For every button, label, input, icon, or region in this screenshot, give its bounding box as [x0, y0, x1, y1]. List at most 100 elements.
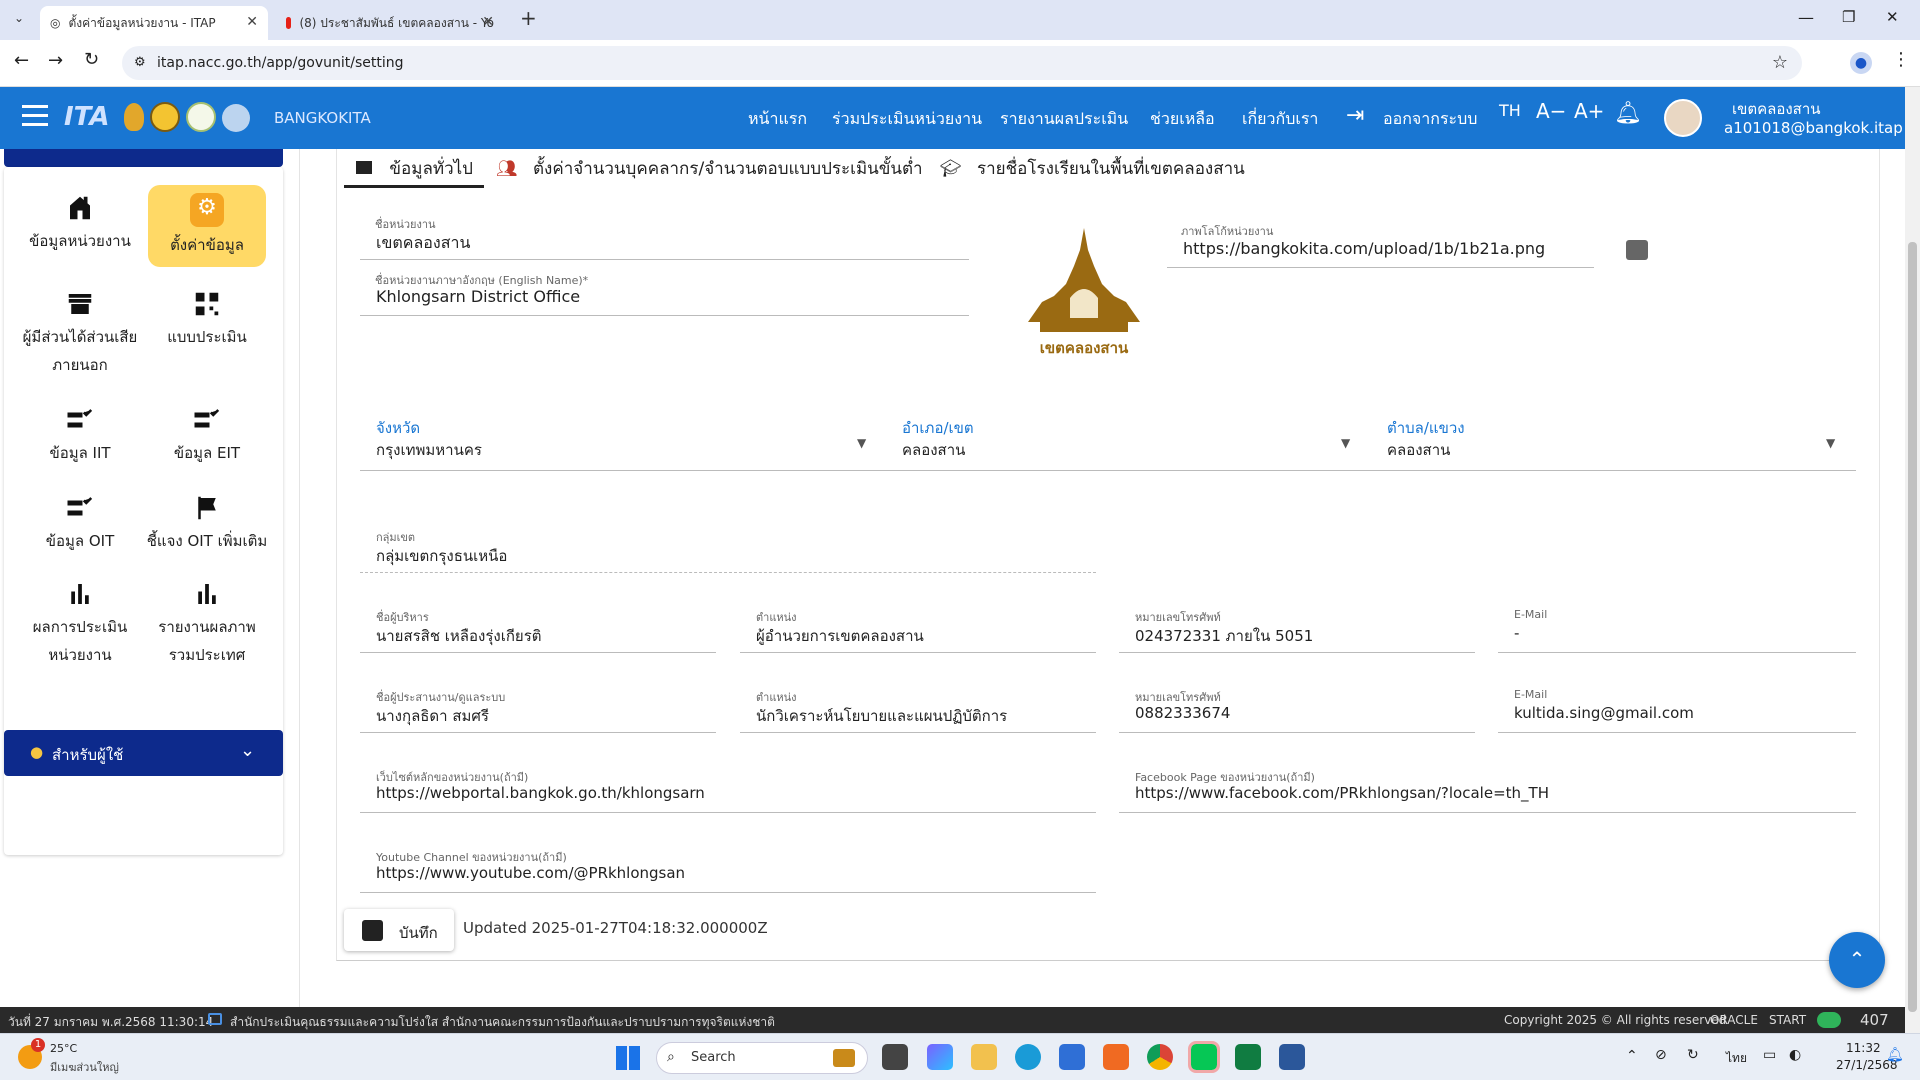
sidebar-item-unit-info[interactable]: ข้อมูลหน่วยงาน — [20, 193, 140, 255]
user-section-dropdown[interactable]: ● สำหรับผู้ใช้ ⌄ — [4, 730, 283, 776]
close-icon[interactable]: ✕ — [482, 14, 494, 30]
user-name: เขตคลองสาน — [1732, 100, 1821, 118]
chevron-up-icon[interactable]: ⌃ — [1626, 1048, 1638, 1064]
logo-url-label: ภาพโลโก้หน่วยงาน — [1181, 225, 1274, 238]
status-count: 407 — [1860, 1011, 1889, 1029]
sidebar-item-oit-extra[interactable]: ชี้แจง OIT เพิ่มเติม — [140, 493, 274, 555]
bookmark-star-icon[interactable]: ☆ — [1772, 46, 1788, 80]
sidebar-item-settings[interactable]: ⚙ ตั้งค่าข้อมูล — [148, 185, 266, 267]
browser-tab-youtube[interactable]: (8) ประชาสัมพันธ์ เขตคลองสาน - Yo ✕ — [276, 6, 504, 40]
province-select[interactable]: กรุงเทพมหานคร — [376, 438, 482, 462]
logo-url-field[interactable]: https://bangkokita.com/upload/1b/1b21a.p… — [1183, 239, 1545, 258]
chevron-down-icon[interactable]: ▼ — [857, 436, 866, 450]
website-field[interactable]: https://webportal.bangkok.go.th/khlongsa… — [376, 784, 705, 802]
nav-help[interactable]: ช่วยเหลือ — [1150, 107, 1215, 132]
close-icon[interactable]: ✕ — [246, 14, 258, 30]
logout-icon[interactable]: ⇥ — [1346, 103, 1364, 128]
forward-icon[interactable]: → — [48, 50, 63, 71]
input-language[interactable]: ไทย — [1726, 1049, 1747, 1068]
task-view-icon[interactable] — [882, 1044, 908, 1070]
district-select[interactable]: คลองสาน — [902, 438, 965, 462]
sync-icon[interactable]: ↻ — [1687, 1047, 1699, 1063]
english-name-field[interactable]: Khlongsarn District Office — [376, 287, 580, 306]
avatar[interactable] — [1664, 99, 1702, 137]
image-icon[interactable] — [1626, 240, 1648, 260]
url-input[interactable]: ⚙ itap.nacc.go.th/app/govunit/setting ☆ — [122, 46, 1802, 80]
sidebar-item-iit[interactable]: ข้อมูล IIT — [20, 405, 140, 467]
coord-phone-field[interactable]: 0882333674 — [1135, 704, 1230, 722]
exec-email-field[interactable]: - — [1514, 624, 1519, 642]
new-tab-button[interactable]: + — [520, 6, 537, 30]
subdistrict-select[interactable]: คลองสาน — [1387, 438, 1450, 462]
coord-name-field[interactable]: นางกุลธิดา สมศรี — [376, 704, 489, 728]
display-icon[interactable]: ▭ — [1763, 1047, 1776, 1063]
tab-personnel-settings[interactable]: 👥︎ ตั้งค่าจำนวนบุคคลากร/จำนวนตอบแบบประเม… — [496, 155, 923, 182]
coord-email-field[interactable]: kultida.sing@gmail.com — [1514, 704, 1694, 722]
site-info-icon[interactable]: ⚙ — [134, 46, 146, 80]
sidebar-item-unit-results[interactable]: ผลการประเมินหน่วยงาน — [20, 579, 140, 669]
exec-name-field[interactable]: นายสรสิช เหลืองรุ่งเกียรติ — [376, 624, 542, 648]
browser-tab-itap[interactable]: ◎ ตั้งค่าข้อมูลหน่วยงาน - ITAP ✕ — [40, 6, 268, 40]
scrollbar-thumb[interactable] — [1908, 242, 1917, 1012]
exec-email-underline — [1498, 652, 1856, 653]
line-icon[interactable] — [1188, 1041, 1220, 1073]
sidebar-item-external-stakeholders[interactable]: ผู้มีส่วนได้ส่วนเสียภายนอก — [16, 289, 144, 379]
coord-pos-field[interactable]: นักวิเคราะห์นโยบายและแผนปฏิบัติการ — [756, 704, 1007, 728]
font-decrease-button[interactable]: A− — [1536, 99, 1566, 123]
page-scrollbar[interactable] — [1905, 87, 1920, 1033]
checklist-icon — [67, 409, 93, 428]
file-explorer-icon[interactable] — [971, 1044, 997, 1070]
exec-phone-field[interactable]: 024372331 ภายใน 5051 — [1135, 624, 1313, 648]
subdistrict-label: ตำบล/แขวง — [1387, 419, 1465, 437]
app-orange-icon[interactable] — [1103, 1044, 1129, 1070]
chevron-down-icon[interactable]: ▼ — [1341, 436, 1350, 450]
tab-school-list[interactable]: 🎓︎ รายชื่อโรงเรียนในพื้นที่เขตคลองสาน — [940, 155, 1245, 182]
youtube-field[interactable]: https://www.youtube.com/@PRkhlongsan — [376, 864, 685, 882]
menu-kebab-icon[interactable]: ⋮ — [1892, 49, 1910, 70]
clock-time[interactable]: 11:32 — [1846, 1041, 1881, 1055]
store-icon[interactable] — [1059, 1044, 1085, 1070]
sidebar-item-oit[interactable]: ข้อมูล OIT — [20, 493, 140, 555]
sidebar-item-label: รายงานผลภาพรวมประเทศ — [158, 618, 256, 664]
font-increase-button[interactable]: A+ — [1574, 99, 1604, 123]
tab-list-icon[interactable]: ⌄ — [10, 11, 28, 29]
minimize-button[interactable]: — — [1798, 8, 1814, 27]
notification-bell-icon[interactable]: 🔔︎ — [1886, 1047, 1904, 1063]
nav-about[interactable]: เกี่ยวกับเรา — [1242, 107, 1318, 132]
excel-icon[interactable] — [1235, 1044, 1261, 1070]
bell-icon[interactable]: 🔔︎ — [1614, 101, 1642, 126]
sidebar-item-eit[interactable]: ข้อมูล EIT — [147, 405, 267, 467]
unit-name-field[interactable]: เขตคลองสาน — [376, 231, 470, 256]
language-toggle[interactable]: TH — [1499, 101, 1521, 120]
reload-icon[interactable]: ↻ — [84, 49, 99, 70]
scroll-to-top-button[interactable]: ⌃ — [1829, 932, 1885, 988]
volume-icon[interactable]: ◐ — [1789, 1047, 1801, 1063]
sidebar-item-national-report[interactable]: รายงานผลภาพรวมประเทศ — [147, 579, 267, 669]
nav-home[interactable]: หน้าแรก — [748, 107, 807, 132]
restore-button[interactable]: ❐ — [1842, 8, 1855, 26]
nav-logout[interactable]: ออกจากระบบ — [1383, 107, 1477, 132]
chrome-icon[interactable] — [1147, 1044, 1173, 1070]
taskbar-search[interactable]: ⌕ Search — [656, 1042, 868, 1074]
facebook-field[interactable]: https://www.facebook.com/PRkhlongsan/?lo… — [1135, 784, 1549, 802]
window-close-button[interactable]: ✕ — [1886, 8, 1899, 26]
profile-icon[interactable]: ● — [1850, 52, 1872, 74]
nav-join-assessment[interactable]: ร่วมประเมินหน่วยงาน — [832, 107, 982, 132]
chevron-down-icon[interactable]: ▼ — [1826, 436, 1835, 450]
exec-pos-field[interactable]: ผู้อำนวยการเขตคลองสาน — [756, 624, 924, 648]
sidebar-item-label: ข้อมูล OIT — [45, 532, 115, 550]
coord-email-label: E-Mail — [1514, 688, 1548, 701]
tab-general[interactable]: ข้อมูลทั่วไป — [356, 155, 473, 182]
tab-label: รายชื่อโรงเรียนในพื้นที่เขตคลองสาน — [977, 159, 1245, 179]
sidebar-item-assessment-form[interactable]: แบบประเมิน — [147, 289, 267, 351]
edge-icon[interactable] — [1015, 1044, 1041, 1070]
agency-emblems — [124, 101, 250, 133]
copilot-icon[interactable] — [927, 1044, 953, 1070]
hamburger-menu-icon[interactable] — [22, 105, 48, 127]
save-button[interactable]: บันทึก — [344, 909, 454, 951]
windows-start-icon[interactable] — [616, 1046, 640, 1070]
nav-report[interactable]: รายงานผลประเมิน — [1000, 107, 1128, 132]
network-icon[interactable]: ⊘ — [1655, 1047, 1667, 1063]
word-icon[interactable] — [1279, 1044, 1305, 1070]
back-icon[interactable]: ← — [14, 50, 29, 71]
